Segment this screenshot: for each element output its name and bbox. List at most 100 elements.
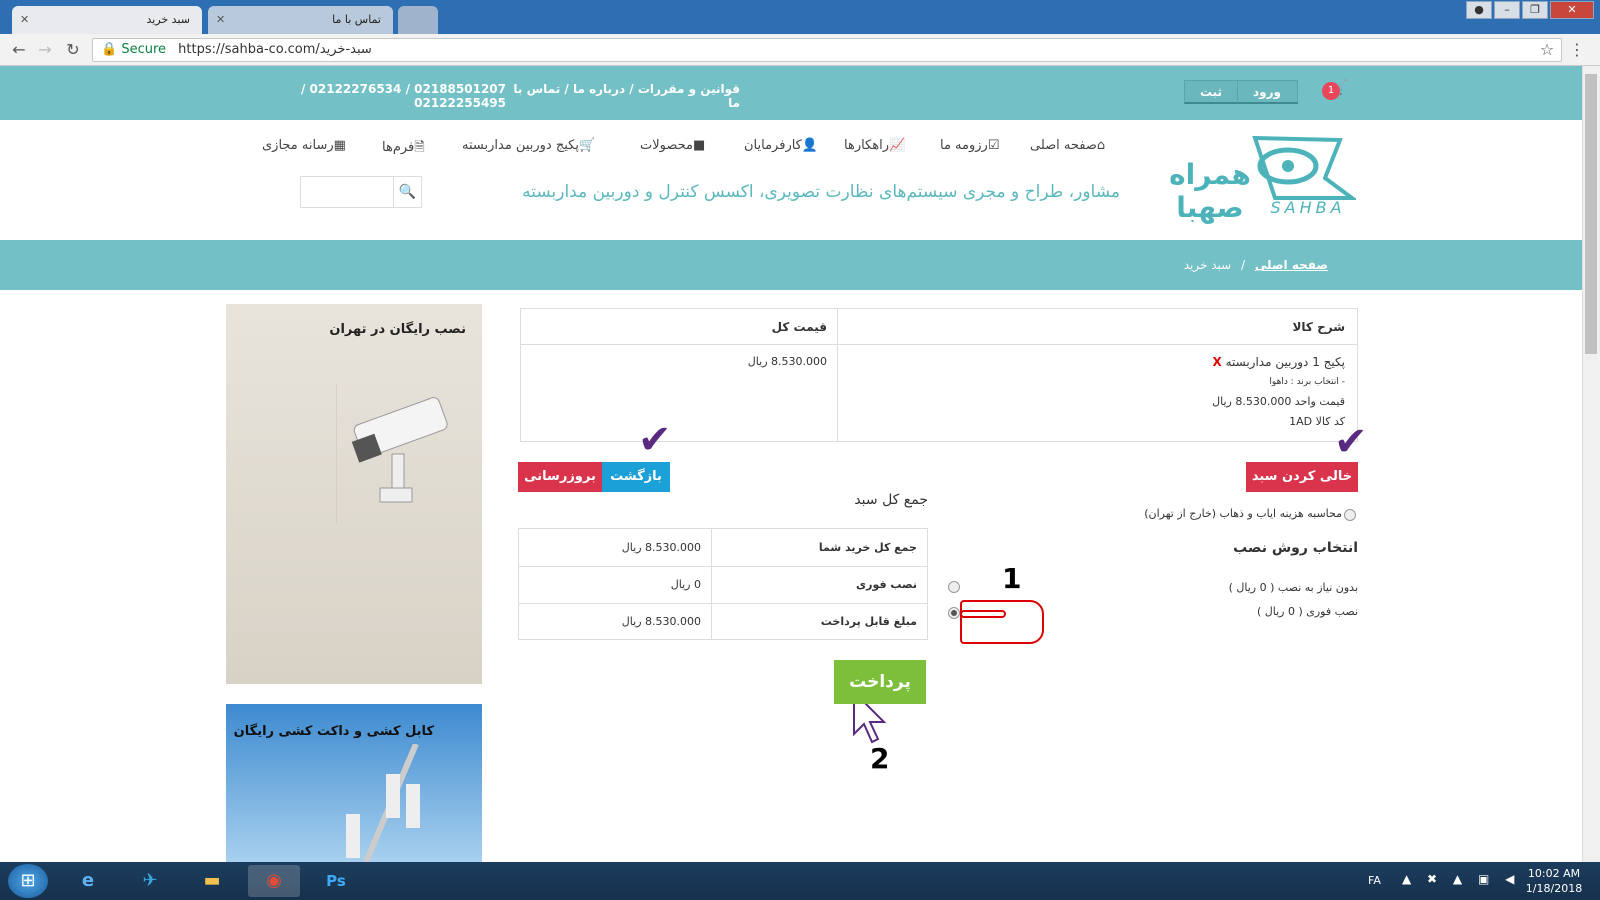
install-radio-urgent[interactable]: [948, 607, 960, 619]
item-name-row: پکیج 1 دوربین مداربسته X: [1212, 355, 1345, 369]
chrome-icon[interactable]: ◉: [248, 865, 300, 897]
url-text: https://sahba-co.com/سبد-خرید: [178, 42, 372, 57]
login-button[interactable]: ورود: [1236, 80, 1298, 104]
cart-icon: 🛒: [578, 138, 596, 153]
shipping-label: محاسبه هزینه ایاب و ذهاب (خارج از تهران): [1144, 507, 1342, 520]
payable-value: 8.530.000 ریال: [621, 615, 701, 628]
internet-explorer-icon[interactable]: e: [62, 865, 114, 897]
install-cost-label: نصب فوری: [856, 578, 917, 591]
menu-clients-label: کارفرمایان: [744, 138, 802, 153]
header-total: قیمت کل: [771, 320, 827, 334]
free-install-banner[interactable]: نصب رایگان در تهران: [226, 304, 482, 684]
user-icon: 👤: [801, 138, 819, 153]
checkmark-icon: ✔: [1334, 419, 1368, 465]
payable-label: مبلغ قابل پرداخت: [820, 615, 917, 628]
site-tagline: مشاور، طراح و مجری سیستم‌های نظارت تصویر…: [522, 182, 1120, 202]
document-icon: 🗎: [414, 140, 425, 155]
item-unit-price: قیمت واحد 8.530.000 ریال: [1212, 395, 1345, 408]
logo-latin: SAHBA: [1270, 198, 1346, 217]
breadcrumb-separator: /: [1241, 258, 1246, 272]
menu-forms-label: فرم‌ها: [382, 140, 415, 155]
breadcrumb-home[interactable]: صفحه اصلی: [1255, 258, 1328, 272]
start-button[interactable]: ⊞: [8, 864, 48, 898]
item-name[interactable]: پکیج 1 دوربین مداربسته: [1226, 355, 1345, 369]
item-total: 8.530.000 ریال: [747, 355, 827, 368]
windows-taskbar: ⊞ e ✈ ▬ ◉ Ps FA ▲ ✖ ▲ ▣ ◀ 10:02 AM 1/18/…: [0, 862, 1600, 900]
telegram-icon[interactable]: ✈: [124, 865, 176, 897]
breadcrumb-current: سبد خرید: [1183, 258, 1232, 272]
language-indicator[interactable]: FA: [1368, 874, 1381, 887]
menu-products-label: محصولات: [640, 138, 693, 153]
scroll-thumb[interactable]: [1585, 74, 1597, 354]
page-scrollbar[interactable]: [1582, 66, 1600, 862]
menu-home[interactable]: ⌂صفحه اصلی: [1030, 138, 1105, 153]
address-bar-row: ← → ↻ 🔒 Secure https://sahba-co.com/سبد-…: [0, 34, 1600, 66]
chart-icon: 📈: [888, 138, 906, 153]
free-install-title: نصب رایگان در تهران: [329, 322, 466, 337]
menu-cctv-package[interactable]: 🛒پکیج دوربین مداربسته: [462, 138, 595, 153]
home-icon: ⌂: [1096, 138, 1106, 153]
tab-contact-label: تماس با ما: [332, 13, 381, 26]
cctv-camera-image: [336, 384, 448, 524]
update-button[interactable]: بروزرسانی: [518, 462, 602, 492]
close-icon[interactable]: ✕: [20, 6, 29, 34]
back-arrow-icon[interactable]: ←: [8, 40, 30, 60]
menu-solutions[interactable]: 📈راهکارها: [844, 138, 905, 153]
browser-tab-bar: ⚑ سبد خرید ✕ تماس با ما ✕ ● – ❐ ✕: [0, 0, 1600, 34]
menu-cctv-package-label: پکیج دوربین مداربسته: [462, 138, 579, 153]
total-purchase-label: جمع کل خرید شما: [818, 541, 917, 554]
breadcrumb: صفحه اصلی / سبد خرید: [0, 240, 1582, 290]
menu-home-label: صفحه اصلی: [1030, 138, 1097, 153]
tab-cart[interactable]: سبد خرید ✕: [12, 6, 202, 34]
tray-icons[interactable]: ▲ ✖ ▲ ▣ ◀: [1402, 872, 1520, 886]
photoshop-icon[interactable]: Ps: [310, 865, 362, 897]
install-cost-value: 0 ریال: [670, 578, 701, 591]
site-search-input[interactable]: [300, 176, 394, 208]
menu-resume[interactable]: ☑رزومه ما: [940, 138, 999, 153]
maximize-button[interactable]: ❐: [1522, 1, 1548, 19]
close-icon[interactable]: ✕: [216, 6, 225, 34]
pay-button[interactable]: پرداخت: [834, 660, 926, 704]
register-button[interactable]: ثبت: [1184, 80, 1238, 104]
free-cabling-title: کابل کشی و داکت کشی رایگان: [233, 724, 434, 739]
url-field[interactable]: 🔒 Secure https://sahba-co.com/سبد-خرید: [92, 38, 1562, 62]
menu-solutions-label: راهکارها: [844, 138, 889, 153]
secure-label: Secure: [121, 42, 167, 57]
shipping-radio[interactable]: [1344, 509, 1356, 521]
menu-clients[interactable]: 👤کارفرمایان: [744, 138, 818, 153]
site-top-bar: قوانین و مقررات / درباره ما / تماس با ما…: [0, 66, 1582, 120]
menu-icon[interactable]: ⋮: [1566, 40, 1588, 60]
cart-column-divider: [837, 309, 838, 441]
menu-products[interactable]: ■محصولات: [640, 138, 705, 153]
tab-new[interactable]: [398, 6, 438, 34]
install-radio-none[interactable]: [948, 581, 960, 593]
menu-forms[interactable]: 🗎فرم‌ها: [382, 138, 425, 160]
forward-arrow-icon[interactable]: →: [34, 40, 56, 60]
close-window-button[interactable]: ✕: [1550, 1, 1594, 19]
folder-icon[interactable]: ▬: [186, 865, 238, 897]
clock-date: 1/18/2018: [1525, 882, 1583, 895]
check-square-icon: ☑: [987, 138, 1000, 153]
remove-item-button[interactable]: X: [1212, 355, 1221, 369]
top-links[interactable]: قوانین و مقررات / درباره ما / تماس با ما: [510, 82, 740, 110]
back-button[interactable]: بازگشت: [602, 462, 670, 492]
menu-resume-label: رزومه ما: [940, 138, 988, 153]
tab-contact[interactable]: تماس با ما ✕: [208, 6, 393, 34]
menu-media[interactable]: ▦رسانه مجازی: [262, 138, 346, 153]
site-logo[interactable]: همراه صهبا SAHBA: [1160, 128, 1359, 224]
totals-title: جمع کل سبد: [854, 492, 928, 508]
search-icon[interactable]: 🔍: [394, 176, 422, 208]
minimize-button[interactable]: –: [1494, 1, 1520, 19]
film-icon: ▦: [333, 138, 346, 153]
empty-cart-button[interactable]: خالی کردن سبد: [1246, 462, 1358, 492]
user-icon[interactable]: ●: [1466, 1, 1492, 19]
menu-media-label: رسانه مجازی: [262, 138, 334, 153]
install-option-urgent[interactable]: نصب فوری ( 0 ریال ): [1257, 605, 1358, 618]
logo-text: همراه صهبا: [1169, 158, 1251, 224]
totals-row-line: [519, 566, 927, 567]
reload-icon[interactable]: ↻: [62, 40, 84, 60]
star-icon[interactable]: ☆: [1536, 40, 1558, 60]
antenna-tower-image: [346, 744, 420, 862]
free-cabling-banner[interactable]: کابل کشی و داکت کشی رایگان: [226, 704, 482, 862]
install-option-none[interactable]: بدون نیاز به نصب ( 0 ریال ): [1229, 581, 1358, 594]
